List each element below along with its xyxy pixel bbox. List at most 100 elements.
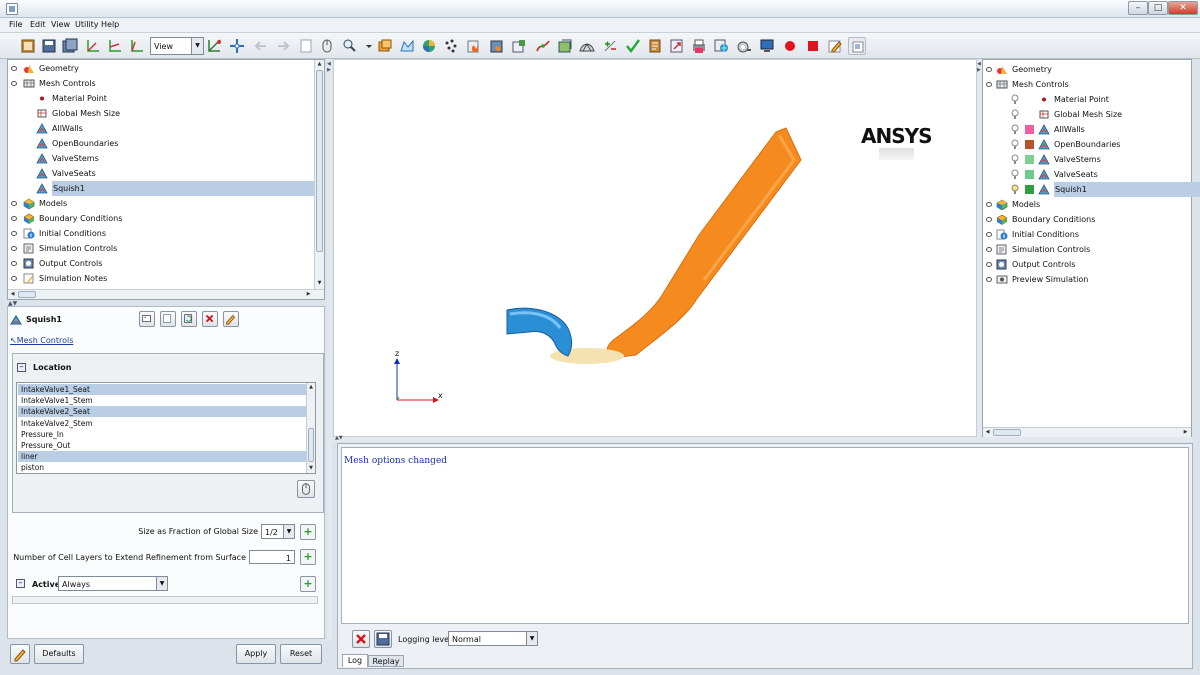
lightbulb-icon[interactable] <box>1011 109 1019 120</box>
copy-button[interactable] <box>160 311 176 327</box>
monitor-icon[interactable] <box>758 37 776 55</box>
stop-icon[interactable] <box>804 37 822 55</box>
location-list-item[interactable]: piston <box>18 462 306 473</box>
right-tree-hscroll[interactable]: ◀ ▶ <box>983 427 1191 437</box>
zoom-dropdown-icon[interactable] <box>360 37 372 55</box>
right-tree-item-material-point[interactable]: Material Point <box>983 92 1191 107</box>
right-tree-item-preview-simulation[interactable]: Preview Simulation <box>983 272 1191 287</box>
print-icon[interactable] <box>690 37 708 55</box>
collapsed-toggle-icon[interactable] <box>986 202 992 207</box>
collapsed-toggle-icon[interactable] <box>986 247 992 252</box>
menu-file[interactable]: File <box>9 20 22 29</box>
collapsed-toggle-icon[interactable] <box>11 261 17 266</box>
right-tree-item-mesh-controls[interactable]: Mesh Controls <box>983 77 1191 92</box>
color-swatch[interactable] <box>1025 185 1034 194</box>
scroll-thumb[interactable] <box>308 428 314 462</box>
vertical-splitter[interactable]: ◀ ▶ <box>327 59 332 640</box>
save-as-icon[interactable] <box>61 37 79 55</box>
right-tree-item-allwalls[interactable]: AllWalls <box>983 122 1191 137</box>
horizontal-splitter[interactable]: ▲▼ <box>333 435 1193 442</box>
log-output[interactable]: Mesh options changed <box>341 447 1189 624</box>
collapsed-toggle-icon[interactable] <box>11 231 17 236</box>
zoom-icon[interactable] <box>340 37 358 55</box>
tree-item-material-point[interactable]: Material Point <box>8 91 314 106</box>
splitter-arrows-icon[interactable]: ▲▼ <box>335 435 343 441</box>
location-vscroll[interactable]: ▲ ▼ <box>306 383 315 473</box>
notes-icon[interactable] <box>646 37 664 55</box>
collapsed-toggle-icon[interactable] <box>11 246 17 251</box>
axis-y-icon[interactable] <box>106 37 124 55</box>
tree-item-allwalls[interactable]: AllWalls <box>8 121 314 136</box>
sphere-icon[interactable] <box>420 37 438 55</box>
lightbulb-icon[interactable] <box>1011 94 1019 105</box>
right-tree-item-models[interactable]: Models <box>983 197 1191 212</box>
tape-icon[interactable] <box>735 37 753 55</box>
tree-item-global-mesh-size[interactable]: Global Mesh Size <box>8 106 314 121</box>
layers-input[interactable]: 1 <box>249 550 295 564</box>
particles-icon[interactable] <box>442 37 460 55</box>
color-swatch[interactable] <box>1025 125 1034 134</box>
tree-item-openboundaries[interactable]: OpenBoundaries <box>8 136 314 151</box>
menu-view[interactable]: View <box>51 20 70 29</box>
collapsed-toggle-icon[interactable] <box>11 66 17 71</box>
box-icon[interactable] <box>376 37 394 55</box>
scroll-thumb[interactable] <box>993 429 1021 436</box>
curve-icon[interactable] <box>534 37 552 55</box>
tree-item-simulation-notes[interactable]: Simulation Notes <box>8 271 314 286</box>
back-arrow-icon[interactable] <box>252 37 270 55</box>
fit-view-icon[interactable] <box>206 37 224 55</box>
mouse-pick-button[interactable] <box>297 480 315 498</box>
collapsed-toggle-icon[interactable] <box>986 277 992 282</box>
fire-book-icon[interactable] <box>488 37 506 55</box>
collapsed-toggle-icon[interactable] <box>11 216 17 221</box>
location-list-item[interactable]: liner <box>18 451 306 463</box>
tree-item-boundary-conditions[interactable]: Boundary Conditions <box>8 211 314 226</box>
edit-button[interactable] <box>10 644 30 664</box>
mesh-icon[interactable] <box>556 37 574 55</box>
view-select[interactable]: View ▼ <box>150 37 204 55</box>
scroll-right-icon[interactable]: ▶ <box>304 290 313 299</box>
fire-icon[interactable] <box>465 37 483 55</box>
minimize-button[interactable]: – <box>1128 1 1148 15</box>
left-tree-vscroll[interactable]: ▲ ▼ <box>314 60 324 289</box>
clear-log-button[interactable] <box>352 630 370 648</box>
surface-icon[interactable] <box>398 37 416 55</box>
tree-item-valveseats[interactable]: ValveSeats <box>8 166 314 181</box>
collapsed-toggle-icon[interactable] <box>986 217 992 222</box>
right-tree-item-global-mesh-size[interactable]: Global Mesh Size <box>983 107 1191 122</box>
collapsed-toggle-icon[interactable] <box>986 67 992 72</box>
menu-edit[interactable]: Edit <box>30 20 46 29</box>
right-tree-item-valvestems[interactable]: ValveStems <box>983 152 1191 167</box>
graphics-viewport[interactable]: ANSYS z x <box>333 59 977 437</box>
save-icon[interactable] <box>40 37 58 55</box>
tree-item-squish1[interactable]: Squish1 <box>8 181 314 196</box>
scroll-up-icon[interactable]: ▲ <box>315 60 324 69</box>
scroll-down-icon[interactable]: ▼ <box>315 279 324 288</box>
right-tree-item-squish1[interactable]: Squish1 <box>983 182 1200 197</box>
menu-help[interactable]: Help <box>101 20 119 29</box>
axis-z-icon[interactable] <box>128 37 146 55</box>
scroll-thumb[interactable] <box>316 70 323 252</box>
refresh-button[interactable] <box>181 311 197 327</box>
tree-item-simulation-controls[interactable]: Simulation Controls <box>8 241 314 256</box>
collapsed-toggle-icon[interactable] <box>11 276 17 281</box>
scroll-left-icon[interactable]: ◀ <box>8 290 17 299</box>
location-list-item[interactable]: Pressure_In <box>18 429 306 440</box>
record-icon[interactable] <box>781 37 799 55</box>
lightbulb-icon[interactable] <box>1011 184 1019 195</box>
edit-button[interactable] <box>223 311 239 327</box>
location-list[interactable]: IntakeValve1_Seat IntakeValve1_Stem Intake… <box>16 382 316 474</box>
scroll-right-icon[interactable]: ▶ <box>1181 428 1190 437</box>
table-view-button[interactable] <box>139 311 155 327</box>
add-param-button[interactable]: + <box>300 524 316 540</box>
reset-button[interactable]: Reset <box>280 644 322 664</box>
right-tree-item-output-controls[interactable]: Output Controls <box>983 257 1191 272</box>
open-book-icon[interactable] <box>19 37 37 55</box>
menu-utility[interactable]: Utility <box>75 20 99 29</box>
tree-item-mesh-controls[interactable]: Mesh Controls <box>8 76 314 91</box>
tree-item-models[interactable]: Models <box>8 196 314 211</box>
location-list-item[interactable]: IntakeValve1_Seat <box>18 384 306 395</box>
collapsed-toggle-icon[interactable] <box>986 82 992 87</box>
edit-pencil-icon[interactable] <box>826 37 844 55</box>
apply-button[interactable]: Apply <box>236 644 276 664</box>
